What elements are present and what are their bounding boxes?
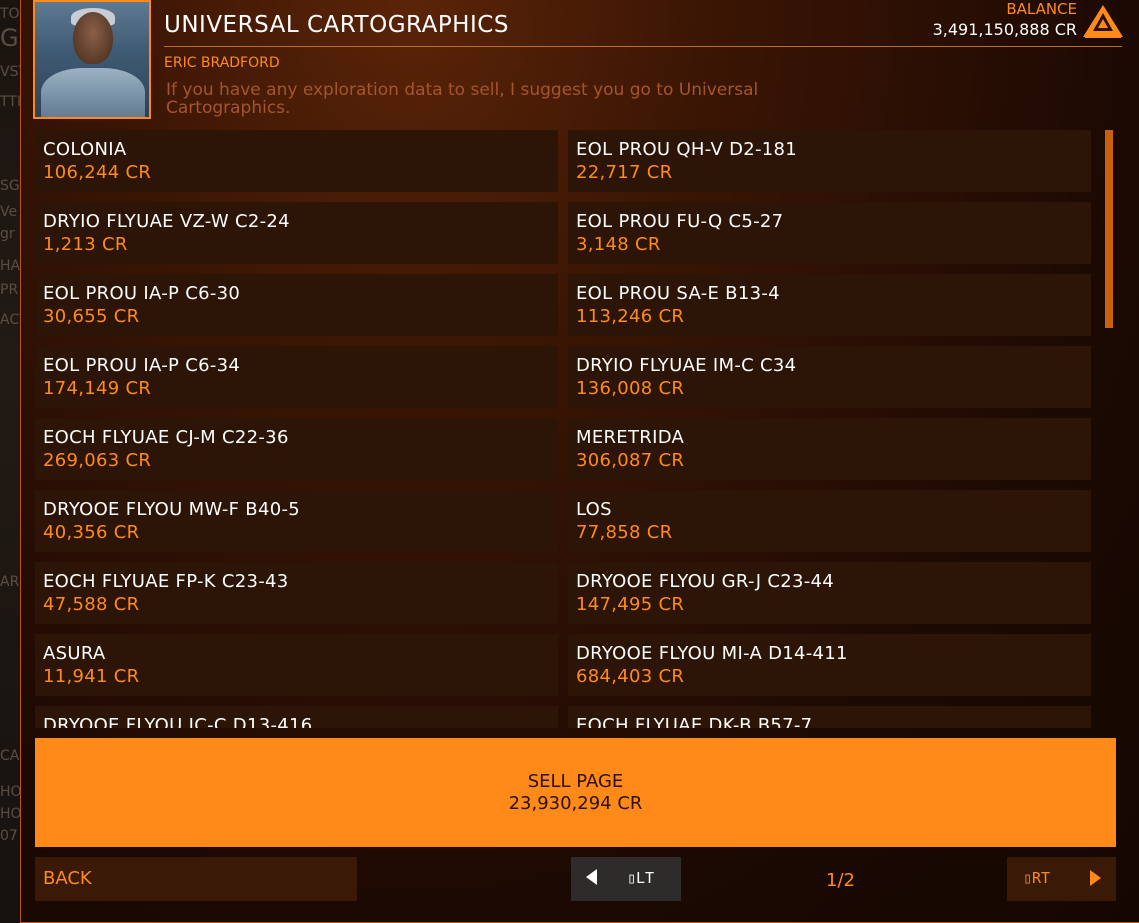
system-card[interactable]: DRYIO FLYUAE VZ-W C2-24 1,213 CR [35, 202, 558, 264]
system-value: 1,213 CR [43, 234, 128, 255]
system-card[interactable]: EOL PROU QH-V D2-181 22,717 CR [568, 130, 1091, 192]
system-name: COLONIA [43, 139, 127, 160]
system-card[interactable]: EOCH FLYUAE CJ-M C22-36 269,063 CR [35, 418, 558, 480]
next-hint-text: RT [1032, 869, 1051, 887]
system-name: EOL PROU FU-Q C5-27 [576, 211, 784, 232]
system-value: 47,588 CR [43, 594, 140, 615]
background-text-fragment: PR [0, 282, 19, 298]
back-button-label: BACK [43, 868, 92, 889]
system-card[interactable]: EOL PROU IA-P C6-34 174,149 CR [35, 346, 558, 408]
system-value: 136,008 CR [576, 378, 685, 399]
system-card[interactable]: EOL PROU FU-Q C5-27 3,148 CR [568, 202, 1091, 264]
system-card[interactable]: MERETRIDA 306,087 CR [568, 418, 1091, 480]
system-name: EOL PROU IA-P C6-30 [43, 283, 241, 304]
background-text-fragment: TTI [0, 94, 21, 110]
background-text-fragment: 07 [0, 828, 18, 844]
background-text-fragment: Ve [0, 204, 18, 220]
system-value: 77,858 CR [576, 522, 673, 543]
system-name: EOCH FLYUAE CJ-M C22-36 [43, 427, 289, 448]
next-page-button[interactable]: ▯RT [1007, 857, 1116, 901]
page-indicator: 1/2 [826, 870, 855, 891]
system-value: 3,148 CR [576, 234, 661, 255]
system-card[interactable]: EOL PROU SA-E B13-4 113,246 CR [568, 274, 1091, 336]
background-text-fragment: HA [0, 258, 21, 274]
portrait-face [73, 12, 113, 64]
background-text-fragment: CA [0, 748, 20, 764]
system-value: 113,246 CR [576, 306, 685, 327]
faction-triangle-icon [1083, 5, 1123, 38]
system-card[interactable]: DRYOOE FLYOU JC-C D13-416 [35, 706, 558, 728]
system-name: EOL PROU SA-E B13-4 [576, 283, 780, 304]
rt-hint-label: ▯RT [1023, 869, 1051, 887]
sell-page-label: SELL PAGE [527, 771, 624, 792]
system-card[interactable]: DRYOOE FLYOU GR-J C23-44 147,495 CR [568, 562, 1091, 624]
system-card[interactable]: EOCH FLYUAE DK-B B57-7 [568, 706, 1091, 728]
system-value: 269,063 CR [43, 450, 152, 471]
system-card[interactable]: DRYOOE FLYOU MW-F B40-5 40,356 CR [35, 490, 558, 552]
system-name: EOL PROU IA-P C6-34 [43, 355, 241, 376]
background-panel-left: TO G VST TTI SG Ve gr HA PR ACT AR CA HO HO 07 [0, 0, 22, 923]
system-card[interactable]: ASURA 11,941 CR [35, 634, 558, 696]
contact-name: ERIC BRADFORD [164, 55, 280, 71]
system-name: DRYOOE FLYOU GR-J C23-44 [576, 571, 835, 592]
system-value: 106,244 CR [43, 162, 152, 183]
exploration-data-list: COLONIA 106,244 CR EOL PROU QH-V D2-181 22,… [35, 130, 1093, 728]
system-name: EOCH FLYUAE FP-K C23-43 [43, 571, 289, 592]
background-text-fragment: TO [0, 6, 20, 22]
system-name: DRYOOE FLYOU MW-F B40-5 [43, 499, 300, 520]
system-name: DRYIO FLYUAE VZ-W C2-24 [43, 211, 290, 232]
system-card[interactable]: EOCH FLYUAE FP-K C23-43 47,588 CR [35, 562, 558, 624]
system-card[interactable]: COLONIA 106,244 CR [35, 130, 558, 192]
background-text-fragment: HO [0, 806, 22, 822]
background-text-fragment: VST [0, 64, 22, 80]
system-name: DRYOOE FLYOU MI-A D14-411 [576, 643, 848, 664]
system-name: EOCH FLYUAE DK-B B57-7 [576, 715, 813, 728]
scrollbar-thumb[interactable] [1105, 130, 1113, 328]
title-divider [164, 46, 1122, 47]
system-value: 40,356 CR [43, 522, 140, 543]
system-value: 174,149 CR [43, 378, 152, 399]
background-text-fragment: HO [0, 784, 22, 800]
sell-page-button[interactable]: SELL PAGE 23,930,294 CR [35, 738, 1116, 847]
system-value: 11,941 CR [43, 666, 140, 687]
contact-message: If you have any exploration data to sell… [166, 80, 759, 118]
system-card[interactable]: DRYOOE FLYOU MI-A D14-411 684,403 CR [568, 634, 1091, 696]
previous-page-button[interactable]: ▯LT [571, 857, 681, 901]
prev-hint-text: LT [636, 869, 655, 887]
system-name: ASURA [43, 643, 106, 664]
contact-portrait [33, 0, 151, 119]
arrow-right-icon [1090, 870, 1101, 886]
balance-label: BALANCE [1006, 0, 1077, 18]
system-name: MERETRIDA [576, 427, 685, 448]
system-value: 147,495 CR [576, 594, 685, 615]
page-title: UNIVERSAL CARTOGRAPHICS [164, 12, 509, 38]
system-name: LOS [576, 499, 612, 520]
background-text-fragment: AR [0, 574, 20, 590]
system-value: 22,717 CR [576, 162, 673, 183]
lt-hint-label: ▯LT [627, 869, 655, 887]
balance-value: 3,491,150,888 CR [932, 20, 1077, 39]
system-name: DRYOOE FLYOU JC-C D13-416 [43, 715, 313, 728]
system-card[interactable]: EOL PROU IA-P C6-30 30,655 CR [35, 274, 558, 336]
background-text-fragment: gr [0, 226, 15, 242]
background-text-fragment: SG [0, 178, 20, 194]
system-card[interactable]: DRYIO FLYUAE IM-C C34 136,008 CR [568, 346, 1091, 408]
system-name: DRYIO FLYUAE IM-C C34 [576, 355, 797, 376]
arrow-left-icon [586, 869, 597, 885]
system-value: 30,655 CR [43, 306, 140, 327]
sell-page-value: 23,930,294 CR [508, 793, 643, 814]
system-name: EOL PROU QH-V D2-181 [576, 139, 798, 160]
background-text-fragment: G [0, 24, 19, 52]
system-value: 684,403 CR [576, 666, 685, 687]
system-card[interactable]: LOS 77,858 CR [568, 490, 1091, 552]
back-button[interactable]: BACK [35, 857, 357, 901]
background-text-fragment: ACT [0, 312, 22, 328]
portrait-flightsuit [41, 68, 145, 117]
system-value: 306,087 CR [576, 450, 685, 471]
